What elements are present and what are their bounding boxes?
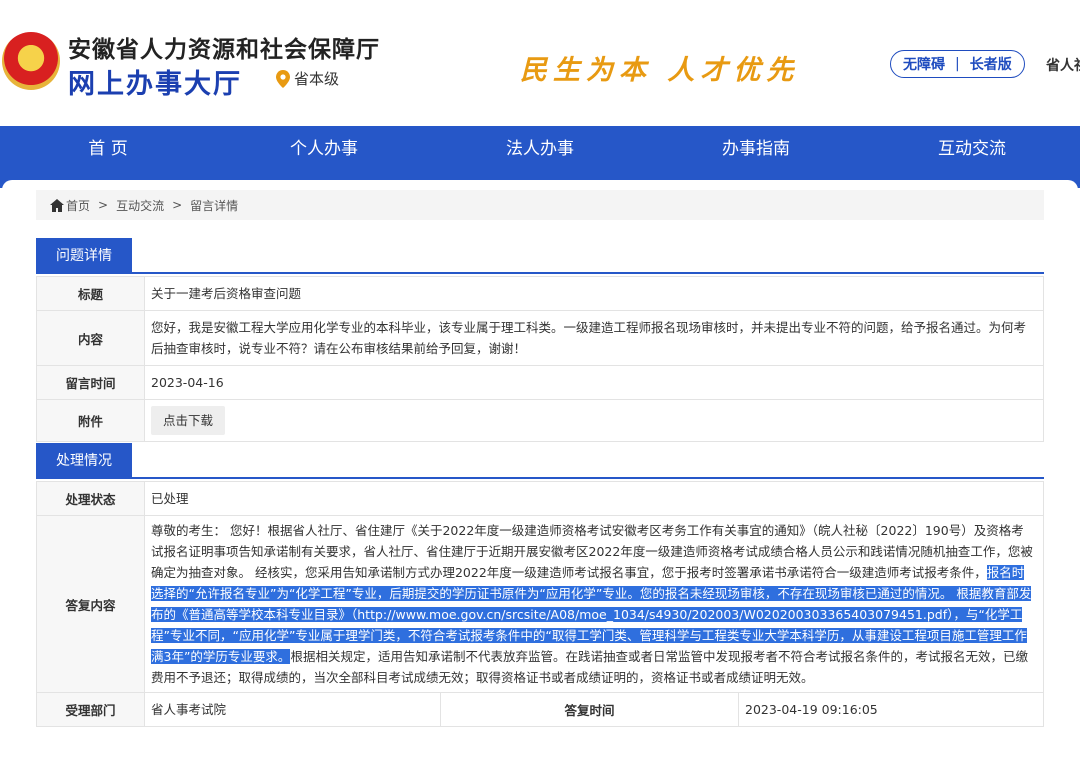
attachment-cell: 点击下载 (144, 399, 1044, 442)
national-emblem-icon (2, 32, 60, 90)
table-row: 受理部门 省人事考试院 答复时间 2023-04-19 09:16:05 (36, 692, 1044, 727)
breadcrumb-home[interactable]: 首页 (66, 197, 90, 214)
handling-section-header: 处理情况 (36, 443, 1044, 479)
accessibility-link[interactable]: 无障碍 (903, 54, 945, 74)
breadcrumb: 首页 > 互动交流 > 留言详情 (36, 190, 1044, 220)
nav-corporate[interactable]: 法人办事 (432, 126, 648, 172)
reply-text: 尊敬的考生： 您好！根据省人社厅、省住建厅《关于2022年度一级建造师资格考试安… (151, 523, 1033, 580)
content-value: 您好，我是安徽工程大学应用化学专业的本科毕业，该专业属于理工科类。一级建造工程师… (144, 310, 1044, 366)
nav-home[interactable]: 首 页 (0, 126, 216, 172)
location-pin-icon (276, 69, 290, 88)
home-icon[interactable] (50, 198, 64, 212)
table-row: 标题 关于一建考后资格审查问题 (36, 276, 1044, 311)
table-row: 处理状态 已处理 (36, 481, 1044, 516)
breadcrumb-separator: > (172, 198, 183, 212)
time-value: 2023-04-16 (144, 365, 1044, 400)
reply-content: 尊敬的考生： 您好！根据省人社厅、省住建厅《关于2022年度一级建造师资格考试安… (144, 515, 1044, 693)
level-selector[interactable]: 省本级 (276, 68, 339, 89)
province-link[interactable]: 省人社 (1046, 55, 1080, 75)
divider: | (955, 56, 960, 72)
nav-guide[interactable]: 办事指南 (648, 126, 864, 172)
question-section-header: 问题详情 (36, 238, 1044, 274)
nav-personal[interactable]: 个人办事 (216, 126, 432, 172)
dept-label: 受理部门 (36, 692, 145, 727)
slogan: 民生为本 人才优先 (520, 55, 800, 86)
time-label: 留言时间 (36, 365, 145, 400)
dept-value: 省人事考试院 (144, 692, 441, 727)
status-value: 已处理 (144, 481, 1044, 516)
table-row: 内容 您好，我是安徽工程大学应用化学专业的本科毕业，该专业属于理工科类。一级建造… (36, 310, 1044, 366)
site-title: 安徽省人力资源和社会保障厅 (68, 37, 380, 63)
site-header: 安徽省人力资源和社会保障厅 网上办事大厅 省本级 民生为本 人才优先 无障碍 |… (0, 0, 1080, 126)
question-table: 标题 关于一建考后资格审查问题 内容 您好，我是安徽工程大学应用化学专业的本科毕… (36, 276, 1044, 442)
content-label: 内容 (36, 310, 145, 366)
breadcrumb-separator: > (98, 198, 109, 212)
table-row: 附件 点击下载 (36, 399, 1044, 442)
table-row: 答复内容 尊敬的考生： 您好！根据省人社厅、省住建厅《关于2022年度一级建造师… (36, 515, 1044, 693)
question-section-title: 问题详情 (36, 238, 132, 274)
handling-table: 处理状态 已处理 答复内容 尊敬的考生： 您好！根据省人社厅、省住建厅《关于20… (36, 481, 1044, 727)
attachment-label: 附件 (36, 399, 145, 442)
accessibility-switch: 无障碍 | 长者版 (890, 50, 1025, 78)
breadcrumb-current: 留言详情 (190, 198, 239, 213)
status-label: 处理状态 (36, 481, 145, 516)
reply-time-value: 2023-04-19 09:16:05 (738, 692, 1044, 727)
title-label: 标题 (36, 276, 145, 311)
handling-section-title: 处理情况 (36, 443, 132, 479)
level-label: 省本级 (294, 70, 340, 88)
reply-time-label: 答复时间 (440, 692, 739, 727)
table-row: 留言时间 2023-04-16 (36, 365, 1044, 400)
nav-interaction[interactable]: 互动交流 (864, 126, 1080, 172)
download-button[interactable]: 点击下载 (151, 406, 226, 435)
reply-label: 答复内容 (36, 515, 145, 693)
breadcrumb-interaction[interactable]: 互动交流 (116, 197, 164, 214)
title-value: 关于一建考后资格审查问题 (144, 276, 1044, 311)
main-nav: 首 页 个人办事 法人办事 办事指南 互动交流 (0, 126, 1080, 172)
site-subtitle: 网上办事大厅 (68, 69, 242, 100)
elderly-mode-link[interactable]: 长者版 (970, 54, 1012, 74)
